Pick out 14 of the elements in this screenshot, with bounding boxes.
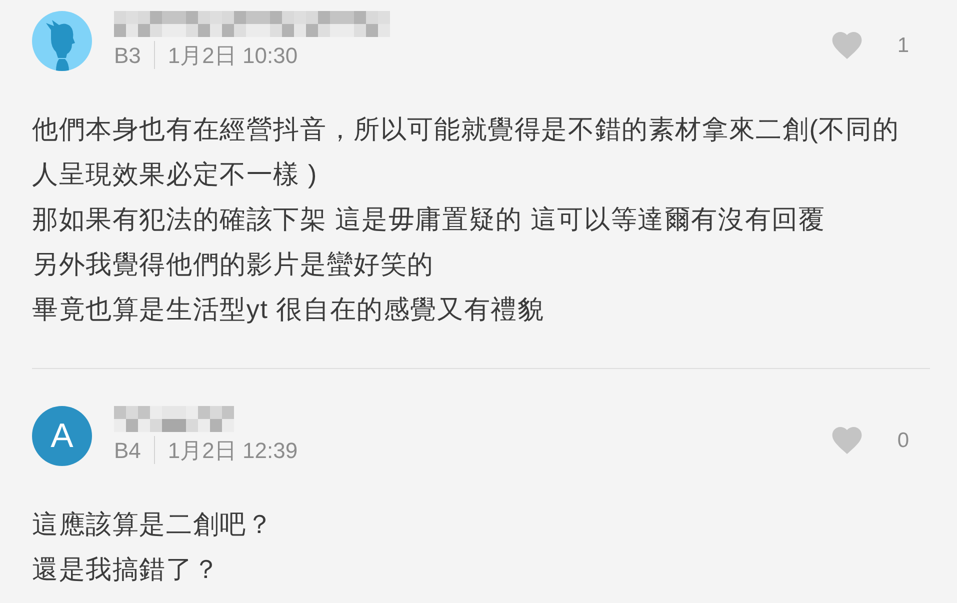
post-time: 1月2日 10:30 <box>168 42 298 70</box>
comment-text: 他們本身也有在經營抖音，所以可能就覺得是不錯的素材拿來二創(不同的人呈現效果必定不一樣 ) <box>32 113 900 191</box>
comment-text: 另外我覺得他們的影片是蠻好笑的 <box>32 248 435 281</box>
comment-text: 這應該算是二創吧？ <box>32 508 274 541</box>
like-button[interactable]: 1 <box>832 32 909 59</box>
comment-text: 還是我搞錯了？ <box>32 553 221 586</box>
user-silhouette-avatar-icon <box>32 11 92 71</box>
letter-avatar: A <box>32 406 92 466</box>
floor-number: B4 <box>114 436 141 464</box>
comment-text: 那如果有犯法的確該下架 這是毋庸置疑的 這可以等達爾有沒有回覆 <box>32 203 826 236</box>
post-time: 1月2日 12:39 <box>168 436 298 464</box>
like-button[interactable]: 0 <box>832 427 909 454</box>
comment-text: 畢竟也算是生活型yt 很自在的感覺又有禮貌 <box>32 293 546 326</box>
floor-number: B3 <box>114 42 141 70</box>
